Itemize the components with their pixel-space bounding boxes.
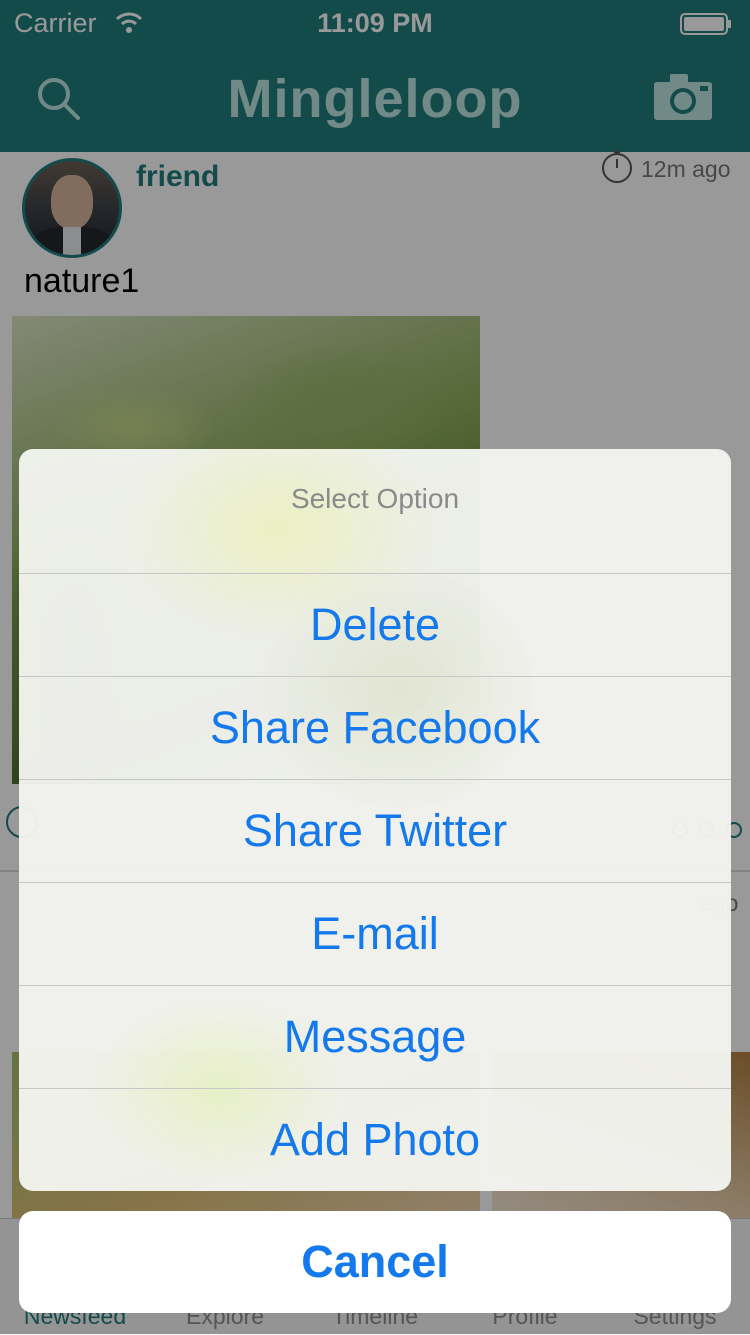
action-sheet: Select Option Delete Share Facebook Shar… — [19, 449, 731, 1191]
email-button[interactable]: E-mail — [19, 882, 731, 985]
share-facebook-button[interactable]: Share Facebook — [19, 676, 731, 779]
message-button[interactable]: Message — [19, 985, 731, 1088]
cancel-button[interactable]: Cancel — [19, 1211, 731, 1313]
share-twitter-button[interactable]: Share Twitter — [19, 779, 731, 882]
action-sheet-title: Select Option — [290, 483, 460, 514]
add-photo-button[interactable]: Add Photo — [19, 1088, 731, 1191]
action-sheet-header: Select Option — [19, 449, 731, 573]
delete-button[interactable]: Delete — [19, 573, 731, 676]
